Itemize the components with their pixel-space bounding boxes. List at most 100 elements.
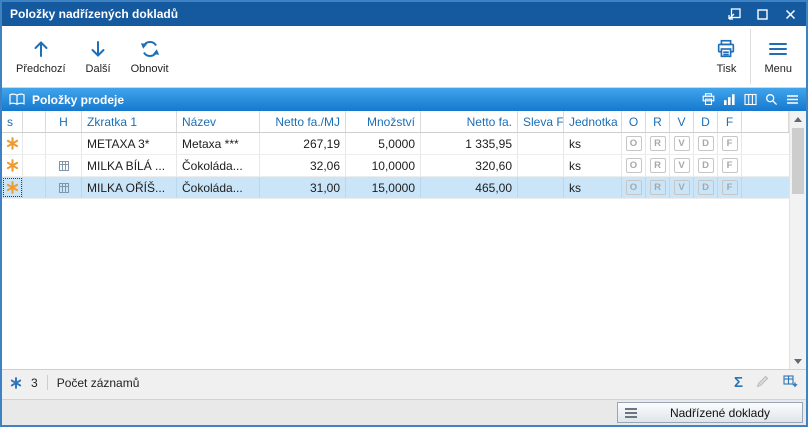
refresh-button[interactable]: Obnovit [121,26,179,87]
cell-mnozstvi: 10,0000 [346,155,421,176]
focus-cell [2,177,23,198]
flag-badge-o: O [625,136,642,151]
table-row-selected[interactable]: MILKA OŘÍŠ... Čokoláda... 31,00 15,0000 … [2,177,789,199]
dock-icon [727,8,741,20]
next-label: Další [85,63,111,75]
column-header-nazev[interactable]: Název [177,111,260,132]
close-button[interactable] [780,5,800,23]
table-row[interactable]: METAXA 3* Metaxa *** 267,19 5,0000 1 335… [2,133,789,155]
column-header-o[interactable]: O [622,111,646,132]
column-header-jednotka[interactable]: Jednotka [564,111,622,132]
asterisk-filter-icon [10,376,22,389]
menu-button[interactable]: Menu [754,26,802,87]
flag-badge-f: F [721,158,738,173]
titlebar: Položky nadřízených dokladů [2,2,806,26]
menu-icon [625,407,637,418]
chart-icon [724,94,735,105]
column-header-f[interactable]: F [718,111,742,132]
flag-badge-v: V [673,158,690,173]
edit-button[interactable] [756,374,770,391]
column-header-h[interactable]: H [46,111,82,132]
toolbar: Předchozí Další Obnovit Tisk Menu [2,26,806,88]
menu-icon [769,43,788,55]
flag-badge-r: R [649,136,666,151]
panel-columns-button[interactable] [744,93,757,106]
printer-icon [702,93,715,106]
column-header-filler [742,111,789,132]
column-header-zkratka[interactable]: Zkratka 1 [82,111,177,132]
flag-badge-d: D [697,180,714,195]
pencil-icon [756,375,769,388]
cell-mnozstvi: 15,0000 [346,177,421,198]
column-header-sleva[interactable]: Sleva F [518,111,564,132]
flag-badge-r: R [649,158,666,173]
panel-print-button[interactable] [702,93,715,106]
flag-badge-f: F [721,180,738,195]
export-table-button[interactable] [783,374,798,391]
book-icon [9,93,25,106]
vertical-scrollbar[interactable] [789,111,806,369]
flag-badge-v: V [673,136,690,151]
asterisk-icon [6,159,18,172]
panel-title: Položky prodeje [32,92,125,107]
column-header-netto[interactable]: Netto fa. [421,111,518,132]
menu-label: Menu [764,63,792,75]
printer-icon [718,39,735,58]
column-header-s[interactable]: s [2,111,23,132]
cell-sleva [518,177,564,198]
column-header-r[interactable]: R [646,111,670,132]
previous-button[interactable]: Předchozí [6,26,76,87]
cell-jednotka: ks [564,177,622,198]
cell-nazev: Čokoláda... [177,155,260,176]
cell-zkratka: MILKA OŘÍŠ... [82,177,177,198]
cell-netto-mj: 31,00 [260,177,346,198]
scrollbar-thumb[interactable] [792,128,804,194]
flag-badge-d: D [697,136,714,151]
table-row[interactable]: MILKA BÍLÁ ... Čokoláda... 32,06 10,0000… [2,155,789,177]
panel-search-button[interactable] [765,93,778,106]
flag-badge-o: O [625,180,642,195]
column-header-mnozstvi[interactable]: Množství [346,111,421,132]
column-header-select[interactable] [23,111,46,132]
flag-badge-f: F [721,136,738,151]
triangle-down-icon [794,358,802,364]
grid-link-icon [58,182,69,193]
scroll-down-button[interactable] [790,353,806,369]
print-button[interactable]: Tisk [705,26,747,87]
panel-menu-button[interactable] [786,93,799,106]
cell-netto-mj: 32,06 [260,155,346,176]
table-header-row: s H Zkratka 1 Název Netto fa./MJ Množstv… [2,111,789,133]
cell-netto-mj: 267,19 [260,133,346,154]
column-header-d[interactable]: D [694,111,718,132]
previous-label: Předchozí [16,63,66,75]
arrow-down-icon [91,41,105,57]
grid-empty-area [2,199,789,369]
dock-window-button[interactable] [724,5,744,23]
cell-mnozstvi: 5,0000 [346,133,421,154]
asterisk-icon [6,137,18,150]
parent-documents-button[interactable]: Nadřízené doklady [617,402,803,423]
column-header-netto-mj[interactable]: Netto fa./MJ [260,111,346,132]
cell-jednotka: ks [564,133,622,154]
maximize-icon [756,8,768,20]
scroll-up-button[interactable] [790,111,806,127]
flag-badge-v: V [673,180,690,195]
panel-chart-button[interactable] [723,93,736,106]
cell-nazev: Metaxa *** [177,133,260,154]
scrollbar-track[interactable] [790,127,806,353]
close-icon [785,9,795,19]
cell-netto: 1 335,95 [421,133,518,154]
next-button[interactable]: Další [76,26,121,87]
triangle-up-icon [794,116,802,122]
record-count-label: Počet záznamů [56,375,140,390]
record-count: 3 [31,375,38,390]
parent-documents-label: Nadřízené doklady [669,405,771,420]
column-header-v[interactable]: V [670,111,694,132]
data-grid: s H Zkratka 1 Název Netto fa./MJ Množstv… [2,111,806,369]
sum-button[interactable]: Σ [734,375,743,390]
status-separator [46,375,48,390]
cell-zkratka: METAXA 3* [82,133,177,154]
maximize-button[interactable] [752,5,772,23]
app-window: Položky nadřízených dokladů Předchozí Da… [0,0,808,427]
cell-netto: 320,60 [421,155,518,176]
